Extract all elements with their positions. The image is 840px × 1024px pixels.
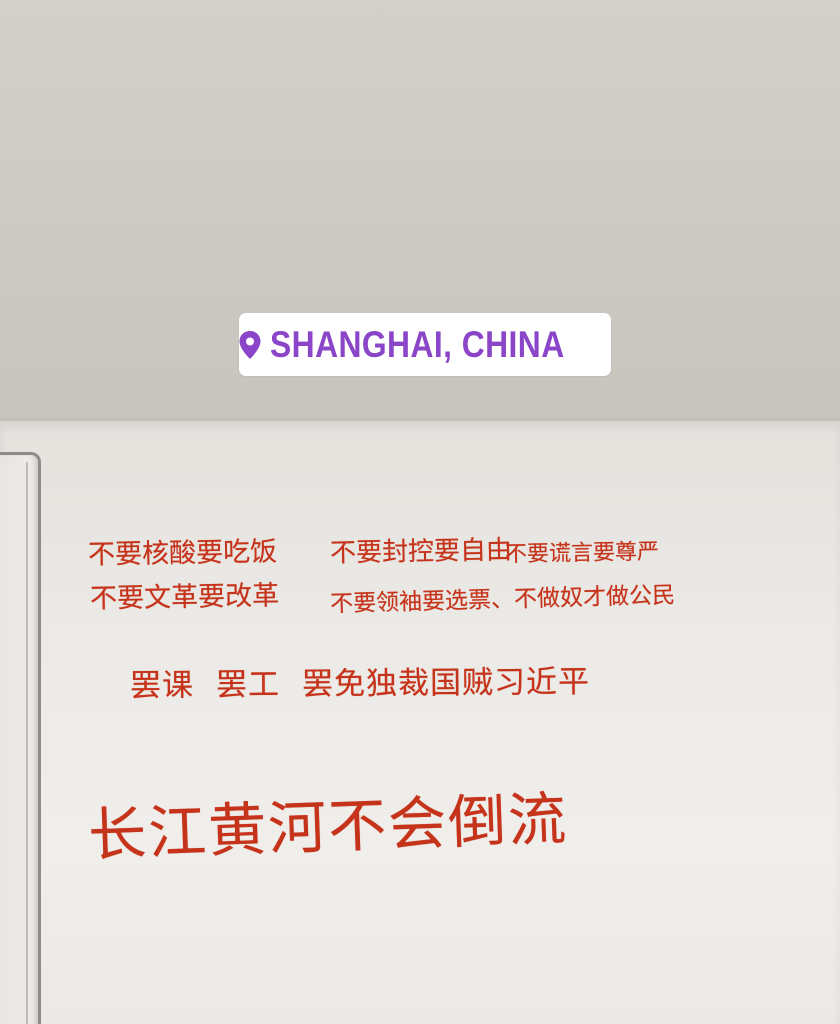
handwritten-slogan-no-lies: 不要谎言要尊严 [504, 539, 660, 568]
whiteboard-panel [0, 418, 840, 1024]
handwritten-slogan-no-covid-tests: 不要核酸要吃饭 [87, 536, 278, 571]
photo-scene: SHANGHAI, CHINA 不要核酸要吃饭 不要封控要自由 不要谎言要尊严 … [0, 0, 840, 1024]
handwritten-slogan-no-lockdowns: 不要封控要自由 [329, 535, 513, 569]
handwritten-slogan-no-cultural-revolution: 不要文革要改革 [89, 580, 280, 615]
panel-edge-groove [0, 462, 28, 1024]
handwritten-strike-call: 罢课 罢工 罢免独裁国贼习近平 [130, 656, 590, 705]
strike-word-classes: 罢课 [129, 667, 195, 705]
location-pin-icon [238, 330, 262, 360]
location-label: SHANGHAI, CHINA [269, 323, 565, 365]
location-sticker[interactable]: SHANGHAI, CHINA [239, 313, 611, 376]
strike-word-recall: 罢免独裁国贼习近平 [301, 663, 591, 703]
strike-word-work: 罢工 [215, 666, 281, 704]
handwritten-rivers-slogan: 长江黄河不会倒流 [87, 784, 570, 870]
